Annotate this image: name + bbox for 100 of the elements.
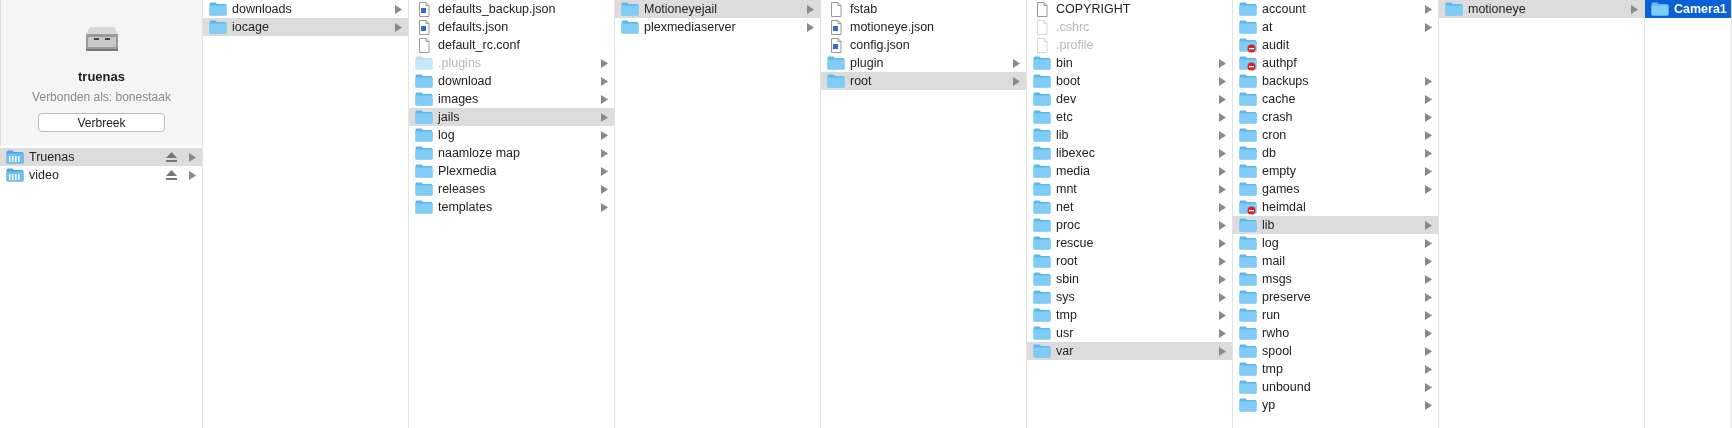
file-row[interactable]: media xyxy=(1027,162,1232,180)
folder-icon xyxy=(827,74,845,88)
file-name: plexmediaserver xyxy=(644,20,736,34)
file-row[interactable]: root xyxy=(1027,252,1232,270)
file-row[interactable]: authpf xyxy=(1233,54,1438,72)
disconnect-button[interactable]: Verbreek xyxy=(38,113,165,132)
file-name: .cshrc xyxy=(1056,20,1090,34)
file-name: heimdal xyxy=(1262,200,1306,214)
file-row[interactable]: msgs xyxy=(1233,270,1438,288)
folder-icon xyxy=(1033,182,1051,196)
file-name: .plugins xyxy=(438,56,482,70)
folder-icon xyxy=(209,20,227,34)
file-row[interactable]: run xyxy=(1233,306,1438,324)
file-row[interactable]: bin xyxy=(1027,54,1232,72)
file-row[interactable]: usr xyxy=(1027,324,1232,342)
folder-icon xyxy=(1239,92,1257,106)
file-row[interactable]: tmp xyxy=(1027,306,1232,324)
file-row[interactable]: plugin xyxy=(821,54,1026,72)
file-row[interactable]: jails xyxy=(409,108,614,126)
file-name: etc xyxy=(1056,110,1073,124)
file-name: lib xyxy=(1056,128,1069,142)
file-row[interactable]: etc xyxy=(1027,108,1232,126)
file-row[interactable]: iocage xyxy=(203,18,408,36)
file-row[interactable]: Camera1 xyxy=(1645,0,1731,18)
file-row[interactable]: dev xyxy=(1027,90,1232,108)
file-row[interactable]: net xyxy=(1027,198,1232,216)
file-row[interactable]: root xyxy=(821,72,1026,90)
folder-icon xyxy=(621,2,639,16)
file-row[interactable]: var xyxy=(1027,342,1232,360)
file-row[interactable]: db xyxy=(1233,144,1438,162)
file-row[interactable]: yp xyxy=(1233,396,1438,414)
folder-icon xyxy=(1239,110,1257,124)
file-row[interactable]: log xyxy=(409,126,614,144)
file-name: motioneye.json xyxy=(850,20,935,34)
file-row[interactable]: spool xyxy=(1233,342,1438,360)
file-row[interactable]: cron xyxy=(1233,126,1438,144)
folder-icon xyxy=(1033,290,1051,304)
file-row[interactable]: Plexmedia xyxy=(409,162,614,180)
file-row[interactable]: libexec xyxy=(1027,144,1232,162)
file-row[interactable]: defaults.json xyxy=(409,18,614,36)
file-name: config.json xyxy=(850,38,910,52)
file-name: plugin xyxy=(850,56,884,70)
server-icon xyxy=(84,26,119,52)
file-row[interactable]: motioneye xyxy=(1439,0,1644,18)
file-row[interactable]: audit xyxy=(1233,36,1438,54)
folder-icon xyxy=(1239,182,1257,196)
folder-icon xyxy=(209,2,227,16)
file-row[interactable]: proc xyxy=(1027,216,1232,234)
file-row[interactable]: fstab xyxy=(821,0,1026,18)
file-row[interactable]: backups xyxy=(1233,72,1438,90)
file-row[interactable]: default_rc.conf xyxy=(409,36,614,54)
file-row[interactable]: releases xyxy=(409,180,614,198)
file-row[interactable]: defaults_backup.json xyxy=(409,0,614,18)
file-name: audit xyxy=(1262,38,1290,52)
eject-icon[interactable] xyxy=(166,170,177,180)
file-row[interactable]: Motioneyejail xyxy=(615,0,820,18)
file-name: sys xyxy=(1056,290,1075,304)
file-row[interactable]: download xyxy=(409,72,614,90)
file-row[interactable]: log xyxy=(1233,234,1438,252)
file-row[interactable]: unbound xyxy=(1233,378,1438,396)
disclosure-arrow-icon[interactable] xyxy=(1631,4,1638,14)
file-row[interactable]: downloads xyxy=(203,0,408,18)
file-row[interactable]: account xyxy=(1233,0,1438,18)
file-row[interactable]: config.json xyxy=(821,36,1026,54)
file-row[interactable]: motioneye.json xyxy=(821,18,1026,36)
file-row[interactable]: empty xyxy=(1233,162,1438,180)
file-name: lib xyxy=(1262,218,1275,232)
volume-row[interactable]: video xyxy=(0,166,202,184)
eject-icon[interactable] xyxy=(166,152,177,162)
file-name: tmp xyxy=(1056,308,1077,322)
file-row[interactable]: preserve xyxy=(1233,288,1438,306)
network-drive-icon xyxy=(6,168,24,182)
file-row[interactable]: mnt xyxy=(1027,180,1232,198)
file-row[interactable]: rescue xyxy=(1027,234,1232,252)
file-row[interactable]: games xyxy=(1233,180,1438,198)
folder-icon xyxy=(415,92,433,106)
file-row[interactable]: tmp xyxy=(1233,360,1438,378)
file-row[interactable]: at xyxy=(1233,18,1438,36)
folder-icon xyxy=(1033,218,1051,232)
file-row[interactable]: lib xyxy=(1027,126,1232,144)
file-name: boot xyxy=(1056,74,1081,88)
folder-icon xyxy=(1651,2,1669,16)
file-row[interactable]: sys xyxy=(1027,288,1232,306)
file-row[interactable]: rwho xyxy=(1233,324,1438,342)
file-row[interactable]: mail xyxy=(1233,252,1438,270)
file-row[interactable]: plexmediaserver xyxy=(615,18,820,36)
file-row[interactable]: crash xyxy=(1233,108,1438,126)
volume-row[interactable]: Truenas xyxy=(0,148,202,166)
file-row[interactable]: boot xyxy=(1027,72,1232,90)
file-row[interactable]: images xyxy=(409,90,614,108)
file-row[interactable]: naamloze map xyxy=(409,144,614,162)
file-row[interactable]: sbin xyxy=(1027,270,1232,288)
file-row[interactable]: COPYRIGHT xyxy=(1027,0,1232,18)
file-row[interactable]: templates xyxy=(409,198,614,216)
file-name: sbin xyxy=(1056,272,1079,286)
file-name: crash xyxy=(1262,110,1293,124)
file-row[interactable]: cache xyxy=(1233,90,1438,108)
file-name: account xyxy=(1262,2,1306,16)
file-row[interactable]: heimdal xyxy=(1233,198,1438,216)
file-row[interactable]: lib xyxy=(1233,216,1438,234)
